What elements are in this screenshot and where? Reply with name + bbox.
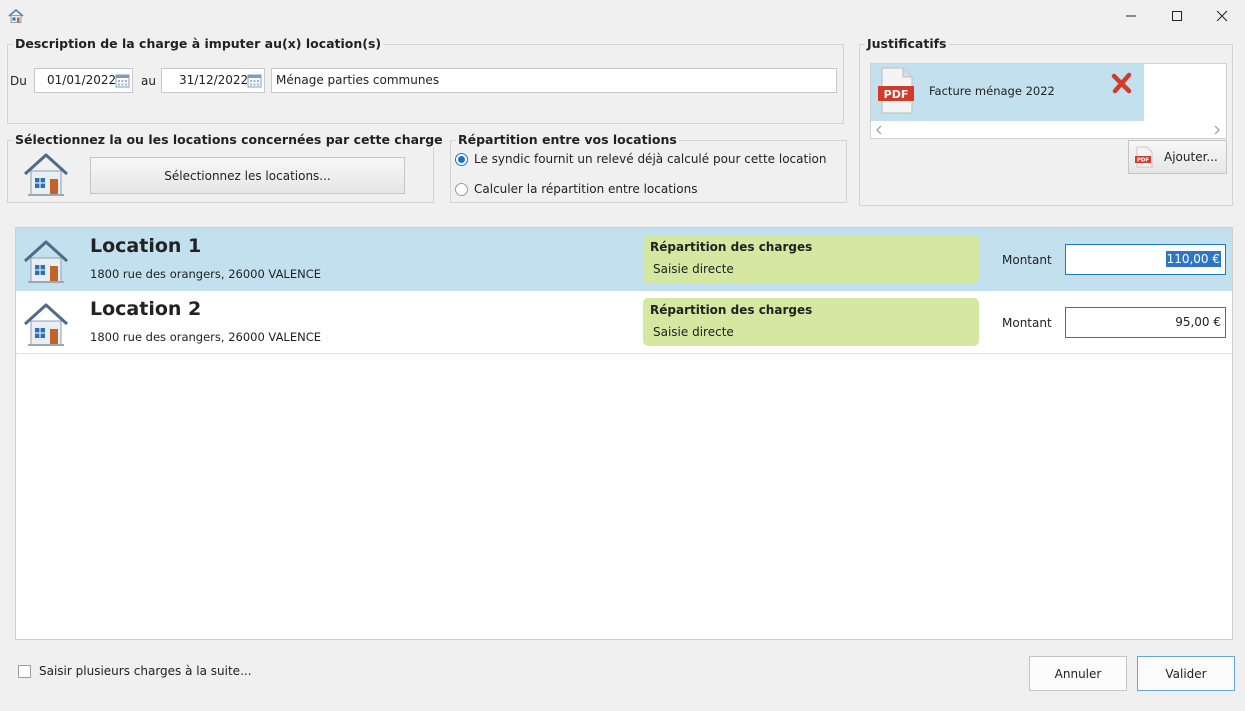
repartition-title: Répartition entre vos locations bbox=[456, 132, 679, 147]
selection-title: Sélectionnez la ou les locations concern… bbox=[13, 132, 445, 147]
montant-label: Montant bbox=[1002, 253, 1052, 267]
location-row[interactable]: Location 1 1800 rue des orangers, 26000 … bbox=[16, 228, 1232, 291]
add-justificatif-button[interactable]: PDF Ajouter... bbox=[1128, 140, 1227, 174]
from-date-value: 01/01/2022 bbox=[47, 73, 117, 87]
amount-input[interactable]: 95,00 € bbox=[1065, 307, 1226, 338]
amount-value: 110,00 € bbox=[1165, 251, 1221, 267]
amount-value: 95,00 € bbox=[1175, 315, 1221, 329]
description-title: Description de la charge à imputer au(x)… bbox=[13, 36, 384, 51]
validate-button[interactable]: Valider bbox=[1137, 656, 1235, 691]
locations-list: Location 1 1800 rue des orangers, 26000 … bbox=[15, 227, 1233, 640]
from-label: Du bbox=[10, 74, 27, 88]
house-icon bbox=[23, 303, 69, 346]
location-name: Location 2 bbox=[90, 298, 202, 320]
svg-text:PDF: PDF bbox=[1137, 158, 1150, 164]
maximize-icon bbox=[1172, 11, 1182, 21]
select-locations-button[interactable]: Sélectionnez les locations... bbox=[90, 157, 405, 194]
minimize-button[interactable] bbox=[1108, 0, 1154, 32]
delete-icon[interactable] bbox=[1110, 71, 1134, 95]
radio-syndic-label[interactable]: Le syndic fournit un relevé déjà calculé… bbox=[474, 152, 826, 166]
to-date-value: 31/12/2022 bbox=[179, 73, 249, 87]
justificatifs-list: PDF Facture ménage 2022 bbox=[870, 63, 1227, 139]
charge-label-input[interactable]: Ménage parties communes bbox=[271, 68, 837, 93]
pdf-add-icon: PDF bbox=[1135, 146, 1153, 168]
location-address: 1800 rue des orangers, 26000 VALENCE bbox=[90, 330, 322, 344]
calendar-icon[interactable] bbox=[115, 73, 130, 88]
radio-calculer-label[interactable]: Calculer la répartition entre locations bbox=[474, 182, 697, 196]
pdf-file-icon: PDF bbox=[878, 67, 914, 114]
location-address: 1800 rue des orangers, 26000 VALENCE bbox=[90, 267, 322, 281]
to-date-input[interactable]: 31/12/2022 bbox=[161, 68, 265, 93]
selection-group: Sélectionnez la ou les locations concern… bbox=[7, 133, 445, 203]
from-date-input[interactable]: 01/01/2022 bbox=[34, 68, 133, 93]
minimize-icon bbox=[1126, 15, 1136, 17]
justificatifs-title: Justificatifs bbox=[865, 36, 949, 51]
close-window-button[interactable] bbox=[1199, 0, 1245, 32]
repartition-box[interactable]: Répartition des charges Saisie directe bbox=[643, 235, 979, 283]
montant-label: Montant bbox=[1002, 316, 1052, 330]
repartition-box-value: Saisie directe bbox=[653, 325, 734, 339]
repartition-box-title: Répartition des charges bbox=[650, 303, 813, 317]
horizontal-scrollbar[interactable] bbox=[871, 122, 1226, 138]
repartition-box-title: Répartition des charges bbox=[650, 240, 813, 254]
repartition-box-value: Saisie directe bbox=[653, 262, 734, 276]
cancel-button[interactable]: Annuler bbox=[1029, 656, 1127, 691]
add-justificatif-label: Ajouter... bbox=[1164, 150, 1218, 164]
close-icon bbox=[1216, 10, 1228, 22]
description-group: Description de la charge à imputer au(x)… bbox=[7, 37, 844, 124]
justificatif-name: Facture ménage 2022 bbox=[929, 84, 1055, 98]
title-bar bbox=[0, 0, 1245, 32]
house-icon bbox=[23, 240, 69, 283]
location-name: Location 1 bbox=[90, 235, 202, 257]
to-label: au bbox=[141, 74, 156, 88]
justificatif-item[interactable]: PDF Facture ménage 2022 bbox=[871, 64, 1144, 121]
repartition-box[interactable]: Répartition des charges Saisie directe bbox=[643, 298, 979, 346]
scroll-right-icon[interactable] bbox=[1213, 125, 1221, 135]
location-row[interactable]: Location 2 1800 rue des orangers, 26000 … bbox=[16, 291, 1232, 354]
radio-calculer[interactable] bbox=[455, 183, 468, 196]
calendar-icon[interactable] bbox=[247, 73, 262, 88]
multi-charges-label[interactable]: Saisir plusieurs charges à la suite... bbox=[39, 664, 252, 678]
maximize-button[interactable] bbox=[1154, 0, 1200, 32]
radio-syndic[interactable] bbox=[455, 153, 468, 166]
multi-charges-checkbox[interactable] bbox=[18, 665, 31, 678]
house-icon bbox=[23, 153, 69, 196]
scroll-left-icon[interactable] bbox=[875, 125, 883, 135]
repartition-group: Répartition entre vos locations Le syndi… bbox=[450, 133, 847, 203]
home-app-icon bbox=[8, 8, 24, 23]
justificatifs-group: Justificatifs PDF Facture ménage 2022 PD… bbox=[859, 37, 1233, 206]
amount-input[interactable]: 110,00 € bbox=[1065, 244, 1226, 275]
svg-text:PDF: PDF bbox=[884, 88, 909, 101]
